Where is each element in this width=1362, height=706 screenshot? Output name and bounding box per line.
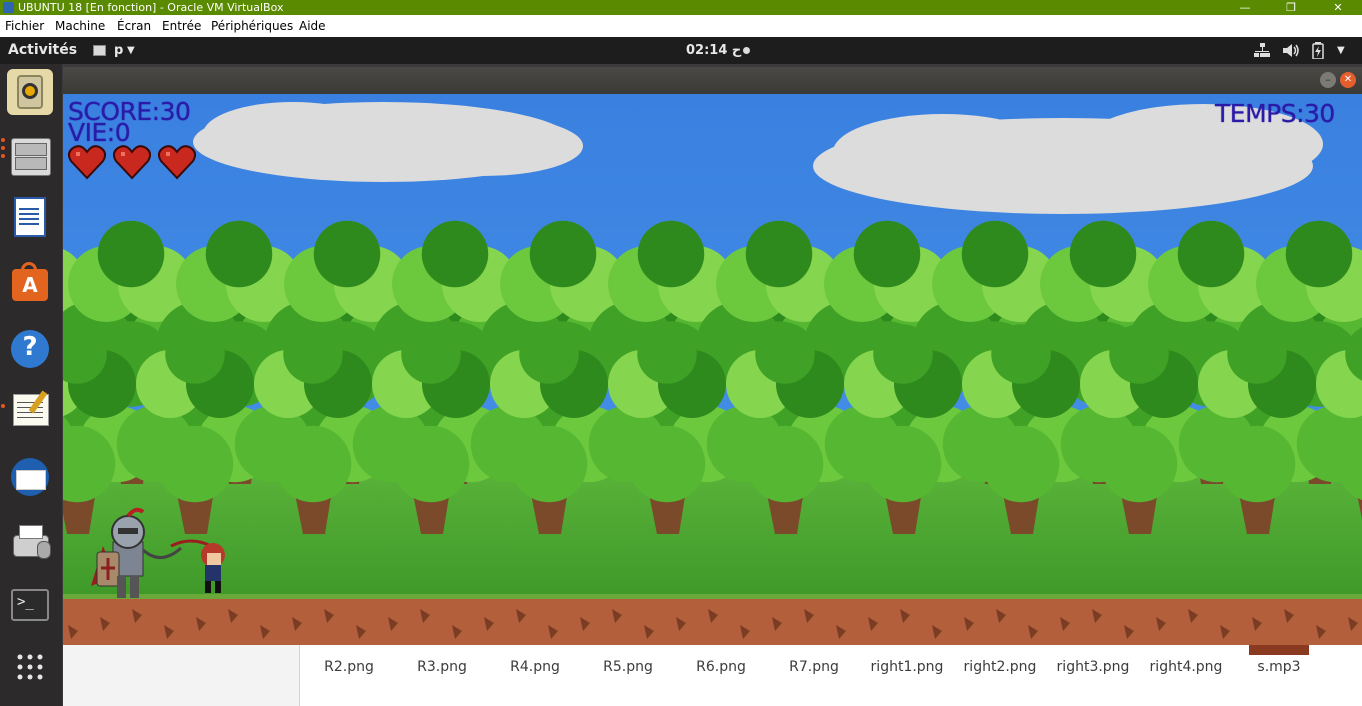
thunderbird-icon[interactable] — [7, 454, 53, 500]
show-apps-icon[interactable] — [7, 644, 53, 690]
libreoffice-writer-icon[interactable] — [7, 194, 53, 240]
activities-button[interactable]: Activités — [8, 37, 77, 64]
file-name[interactable]: R5.png — [583, 659, 673, 675]
close-button[interactable]: ✕ — [1328, 0, 1348, 15]
game-canvas[interactable]: SCORE:30 VIE:0 TEMPS:30 — [63, 94, 1362, 645]
file-browser: R2.png R3.png R4.png R5.png R6.png R7.png righ… — [63, 645, 1362, 706]
menu-peripheriques[interactable]: Périphériques — [211, 15, 293, 37]
file-thumbnail[interactable] — [877, 645, 937, 655]
clock[interactable]: 02:14 ح — [686, 37, 741, 64]
help-icon[interactable]: ? — [7, 326, 53, 372]
file-name[interactable]: right1.png — [862, 659, 952, 675]
menu-ecran[interactable]: Écran — [117, 15, 151, 37]
file-name[interactable]: R3.png — [397, 659, 487, 675]
window-title: UBUNTU 18 [En fonction] - Oracle VM Virt… — [18, 1, 284, 14]
file-thumbnail[interactable] — [1063, 645, 1123, 655]
window-close-button[interactable]: ✕ — [1340, 72, 1356, 88]
menu-fichier[interactable]: Fichier — [5, 15, 44, 37]
game-window-titlebar[interactable]: – ✕ — [63, 67, 1362, 94]
time-label: TEMPS:30 — [1215, 99, 1335, 128]
file-name[interactable]: R2.png — [304, 659, 394, 675]
file-browser-sidebar — [63, 645, 300, 706]
gnome-top-bar: Activités p ▼ 02:14 ح ▼ — [0, 37, 1362, 64]
rhythmbox-icon[interactable] — [7, 69, 53, 115]
file-name[interactable]: s.mp3 — [1234, 659, 1324, 675]
file-thumbnail[interactable] — [1249, 645, 1309, 655]
file-thumbnail[interactable] — [784, 645, 844, 655]
file-name[interactable]: right3.png — [1048, 659, 1138, 675]
virtualbox-title-bar: UBUNTU 18 [En fonction] - Oracle VM Virt… — [0, 0, 1362, 15]
lives-label: VIE:0 — [68, 118, 131, 147]
virtualbox-app-icon — [3, 2, 14, 13]
heart-icon — [112, 145, 152, 180]
network-icon[interactable] — [1254, 43, 1270, 58]
file-thumbnail[interactable] — [412, 645, 472, 655]
menu-aide[interactable]: Aide — [299, 15, 326, 37]
software-center-icon[interactable]: A — [7, 259, 53, 305]
running-indicator — [1, 154, 5, 158]
volume-icon[interactable] — [1282, 43, 1300, 58]
notification-dot-icon — [743, 47, 750, 54]
hearts-row — [67, 144, 203, 184]
app-menu[interactable]: p — [114, 37, 123, 64]
minimize-button[interactable]: — — [1235, 0, 1255, 15]
file-thumbnail[interactable] — [970, 645, 1030, 655]
file-name[interactable]: right4.png — [1141, 659, 1231, 675]
app-menu-icon — [93, 45, 106, 56]
file-name[interactable]: R7.png — [769, 659, 859, 675]
file-thumbnail[interactable] — [1156, 645, 1216, 655]
file-thumbnail[interactable] — [598, 645, 658, 655]
file-thumbnail[interactable] — [319, 645, 379, 655]
maximize-button[interactable]: ❐ — [1281, 0, 1301, 15]
battery-icon[interactable] — [1312, 42, 1324, 59]
game-window[interactable]: – ✕ SCORE:30 VIE:0 TEMPS:30 — [63, 67, 1362, 645]
system-menu-icon[interactable]: ▼ — [1337, 37, 1345, 64]
window-minimize-button[interactable]: – — [1320, 72, 1336, 88]
file-thumbnail[interactable] — [691, 645, 751, 655]
file-name[interactable]: right2.png — [955, 659, 1045, 675]
text-editor-icon[interactable] — [7, 386, 53, 432]
terminal-icon[interactable]: >_ — [7, 582, 53, 628]
running-indicator — [1, 146, 5, 150]
file-name[interactable]: R6.png — [676, 659, 766, 675]
heart-icon — [67, 145, 107, 180]
game-background — [63, 94, 1362, 645]
running-indicator — [1, 404, 5, 408]
files-icon[interactable] — [7, 132, 53, 178]
heart-icon — [157, 145, 197, 180]
menu-machine[interactable]: Machine — [55, 15, 105, 37]
menu-entree[interactable]: Entrée — [162, 15, 201, 37]
chevron-down-icon: ▼ — [127, 45, 135, 56]
running-indicator — [1, 138, 5, 142]
tree-foliage — [63, 220, 1362, 503]
printer-icon[interactable] — [7, 519, 53, 565]
file-name[interactable]: R4.png — [490, 659, 580, 675]
ubuntu-dock: A ? >_ — [0, 64, 62, 706]
file-thumbnail[interactable] — [505, 645, 565, 655]
virtualbox-menu-bar: Fichier Machine Écran Entrée Périphériqu… — [0, 15, 1362, 37]
